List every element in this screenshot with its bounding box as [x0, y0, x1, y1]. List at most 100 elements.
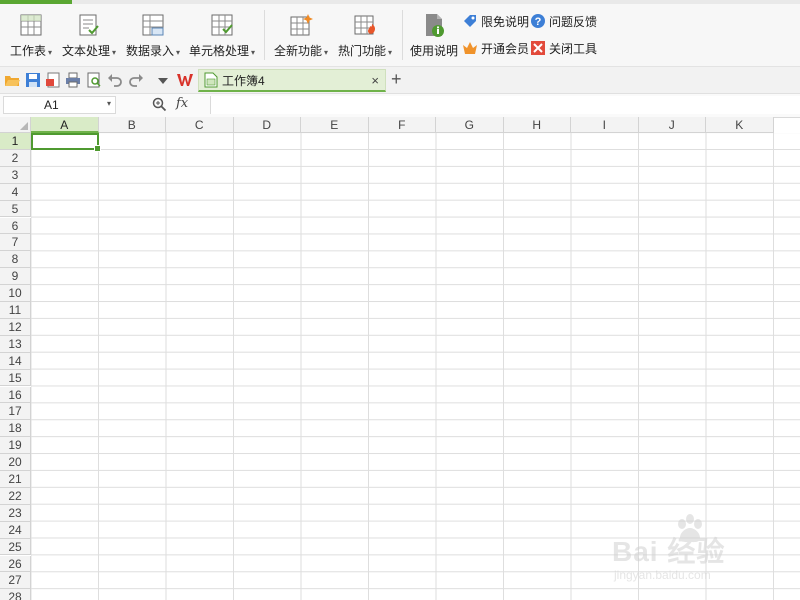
- row-header[interactable]: 13: [0, 335, 31, 353]
- limit-free-link[interactable]: 限免说明: [462, 12, 529, 30]
- data-entry-label: 数据录入: [125, 44, 174, 58]
- open-member-link[interactable]: 开通会员: [462, 39, 529, 57]
- watermark-text: Bai 经验: [612, 536, 726, 567]
- close-tab-icon[interactable]: ×: [371, 73, 379, 88]
- column-header[interactable]: K: [706, 117, 774, 133]
- undo-icon[interactable]: [107, 72, 123, 88]
- cell-process-icon: [211, 14, 233, 36]
- row-header[interactable]: 20: [0, 454, 31, 471]
- row-header[interactable]: 26: [0, 555, 31, 573]
- row-header[interactable]: 6: [0, 217, 31, 235]
- row-header[interactable]: 4: [0, 183, 31, 201]
- watermark-url: jingyan.baidu.com: [614, 568, 711, 582]
- export-pdf-icon[interactable]: [45, 72, 61, 88]
- close-tool-label: 关闭工具: [549, 41, 598, 56]
- row-header[interactable]: 24: [0, 521, 31, 539]
- tab-document-label: 工作簿4: [222, 73, 265, 88]
- row-header[interactable]: 8: [0, 251, 31, 269]
- insert-function-button[interactable]: fx: [176, 96, 188, 111]
- new-feature-button[interactable]: 全新功能 ▾: [272, 10, 330, 62]
- cell-process-label: 单元格处理: [188, 44, 249, 58]
- spreadsheet-file-icon: [204, 72, 218, 88]
- new-feature-icon: [290, 14, 313, 36]
- formula-input[interactable]: [210, 96, 800, 114]
- find-zoom-icon[interactable]: [152, 97, 167, 112]
- column-header[interactable]: I: [571, 117, 639, 133]
- row-header[interactable]: 28: [0, 589, 31, 600]
- chevron-down-icon: ▾: [388, 48, 393, 57]
- row-header[interactable]: 27: [0, 572, 31, 590]
- chevron-down-icon: ▾: [324, 48, 329, 57]
- name-box[interactable]: A1 ▾: [3, 96, 116, 114]
- add-tab-button[interactable]: +: [391, 69, 402, 89]
- column-header[interactable]: J: [638, 117, 706, 133]
- row-header[interactable]: 2: [0, 149, 31, 167]
- customize-dropdown-icon[interactable]: [155, 72, 171, 88]
- row-header[interactable]: 1: [0, 133, 31, 150]
- row-header[interactable]: 25: [0, 538, 31, 556]
- svg-text:?: ?: [535, 16, 542, 28]
- save-icon[interactable]: [25, 72, 41, 88]
- hot-feature-label: 热门功能: [337, 44, 386, 58]
- feedback-label: 问题反馈: [549, 14, 598, 29]
- row-header[interactable]: 7: [0, 234, 31, 252]
- column-header[interactable]: F: [368, 117, 436, 133]
- question-icon: ?: [531, 14, 545, 28]
- tag-icon: [464, 15, 476, 27]
- print-icon[interactable]: [65, 72, 81, 88]
- help-doc-label: 使用说明: [410, 44, 459, 58]
- text-process-icon: [79, 14, 99, 36]
- fill-handle[interactable]: [94, 145, 101, 152]
- worksheet-label: 工作表: [9, 44, 46, 58]
- row-header[interactable]: 17: [0, 403, 31, 421]
- row-header[interactable]: 5: [0, 200, 31, 218]
- wps-logo-icon[interactable]: [176, 71, 194, 89]
- crown-icon: [463, 42, 477, 54]
- text-process-button[interactable]: 文本处理 ▾: [60, 10, 118, 62]
- column-header[interactable]: G: [436, 117, 504, 133]
- column-header[interactable]: C: [166, 117, 234, 133]
- column-header[interactable]: H: [503, 117, 571, 133]
- chevron-down-icon: ▾: [176, 48, 181, 57]
- feedback-link[interactable]: ? 问题反馈: [530, 12, 597, 30]
- cell-process-button[interactable]: 单元格处理 ▾: [187, 10, 257, 62]
- row-header[interactable]: 22: [0, 487, 31, 505]
- row-header[interactable]: 11: [0, 302, 31, 319]
- row-header[interactable]: 16: [0, 386, 31, 404]
- column-header[interactable]: D: [233, 117, 301, 133]
- select-all-corner[interactable]: [0, 117, 31, 133]
- row-header[interactable]: 14: [0, 352, 31, 370]
- column-header[interactable]: E: [301, 117, 369, 133]
- row-header[interactable]: 9: [0, 268, 31, 286]
- open-folder-icon[interactable]: [4, 72, 20, 88]
- chevron-down-icon[interactable]: ▾: [107, 99, 111, 108]
- data-entry-button[interactable]: 数据录入 ▾: [124, 10, 182, 62]
- help-doc-button[interactable]: 使用说明: [410, 10, 458, 62]
- row-header[interactable]: 19: [0, 437, 31, 455]
- row-header[interactable]: 12: [0, 318, 31, 336]
- row-header[interactable]: 21: [0, 471, 31, 488]
- hot-feature-button[interactable]: 热门功能 ▾: [336, 10, 394, 62]
- help-doc-icon: [426, 14, 444, 37]
- worksheet-button[interactable]: 工作表 ▾: [8, 10, 54, 62]
- row-header[interactable]: 15: [0, 369, 31, 387]
- text-process-label: 文本处理: [61, 44, 110, 58]
- print-preview-icon[interactable]: [86, 72, 102, 88]
- row-header[interactable]: 23: [0, 504, 31, 522]
- tab-document[interactable]: 工作簿4 ×: [198, 69, 386, 92]
- data-entry-icon: [142, 14, 164, 36]
- limit-free-label: 限免说明: [481, 14, 530, 29]
- row-header[interactable]: 18: [0, 420, 31, 438]
- formula-bar: A1 ▾ fx: [0, 93, 800, 118]
- column-header[interactable]: A: [31, 117, 99, 133]
- worksheet-icon: [20, 14, 42, 36]
- active-cell-selection[interactable]: [31, 133, 101, 152]
- row-header[interactable]: 3: [0, 166, 31, 184]
- open-member-label: 开通会员: [481, 41, 530, 56]
- chevron-down-icon: ▾: [112, 48, 117, 57]
- ribbon-separator: [264, 10, 265, 60]
- column-header[interactable]: B: [98, 117, 166, 133]
- redo-icon[interactable]: [128, 72, 144, 88]
- row-header[interactable]: 10: [0, 285, 31, 302]
- close-tool-link[interactable]: 关闭工具: [530, 39, 597, 57]
